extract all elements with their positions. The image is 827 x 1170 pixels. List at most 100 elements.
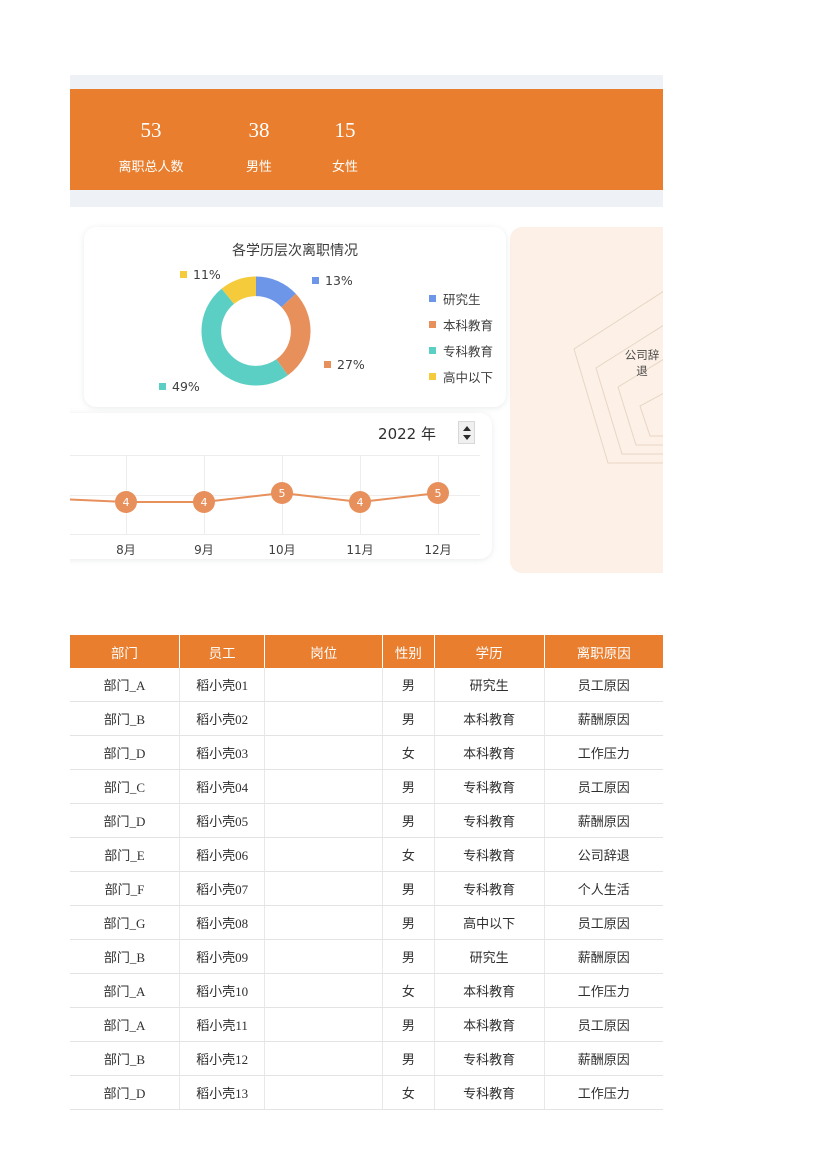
table-cell-education: 专科教育 [434,1041,545,1076]
table-cell-gender: 男 [382,939,435,974]
table-cell-position [264,1041,383,1076]
table-row: 部门_E 稻小壳06 女专科教育 公司辞退 [70,837,663,872]
kpi-item-total: 53 离职总人数 [96,118,206,176]
table-cell-reason: 薪酬原因 [544,803,663,838]
table-cell-reason: 公司辞退 [544,837,663,872]
table-header-employee[interactable]: 员工 [179,635,266,668]
square-marker-icon [429,346,436,354]
table-cell-position [264,1007,383,1042]
table-cell-department: 部门_B [70,701,180,736]
table-cell-department: 部门_B [70,939,180,974]
spinner-down-arrow-icon[interactable] [463,435,471,440]
table-cell-department: 部门_D [70,803,180,838]
table-cell-position [264,837,383,872]
table-cell-position [264,905,383,940]
svg-text:5: 5 [435,487,442,500]
table-cell-education: 研究生 [434,668,545,702]
table-cell-education: 专科教育 [434,871,545,906]
table-cell-education: 本科教育 [434,701,545,736]
table-cell-education: 专科教育 [434,803,545,838]
kpi-item-female: 15 女性 [308,118,382,176]
legend-item-bachelor: 本科教育 [429,311,493,337]
spreadsheet-content-viewport: 53 离职总人数 38 男性 15 女性 公司辞退 个人生活 各学历层次离职情况 [70,0,663,1170]
table-cell-reason: 工作压力 [544,973,663,1008]
table-cell-reason: 工作压力 [544,735,663,770]
table-row: 部门_B 稻小壳09 男研究生 薪酬原因 [70,939,663,974]
donut-chart-title: 各学历层次离职情况 [232,243,358,259]
table-cell-gender: 女 [382,837,435,872]
table-cell-education: 专科教育 [434,837,545,872]
svg-text:5: 5 [279,487,286,500]
table-header-position[interactable]: 岗位 [264,635,383,668]
table-cell-position [264,803,383,838]
donut-value-label-highschool-below: 11% [180,267,221,282]
table-cell-reason: 员工原因 [544,668,663,702]
radar-chart-svg [573,291,663,464]
table-cell-gender: 男 [382,1041,435,1076]
table-header-department[interactable]: 部门 [70,635,180,668]
donut-chart-svg [201,276,311,386]
table-cell-position [264,701,383,736]
year-spinner-control[interactable] [458,421,475,444]
table-row: 部门_B 稻小壳02 男本科教育 薪酬原因 [70,701,663,736]
legend-item-college: 专科教育 [429,337,493,363]
donut-value-text-college: 49% [172,379,200,394]
square-marker-icon [324,361,331,368]
donut-chart-legend: 研究生 本科教育 专科教育 高中以下 [429,285,493,389]
table-cell-reason: 薪酬原因 [544,1041,663,1076]
table-row: 部门_D 稻小壳13 女专科教育 工作压力 [70,1075,663,1110]
table-cell-department: 部门_A [70,973,180,1008]
table-cell-employee: 稻小壳06 [179,837,266,872]
table-cell-reason: 工作压力 [544,1075,663,1110]
table-row: 部门_G 稻小壳08 男高中以下 员工原因 [70,905,663,940]
table-cell-gender: 男 [382,871,435,906]
donut-value-text-bachelor: 27% [337,357,365,372]
svg-text:4: 4 [357,496,364,509]
table-cell-position [264,939,383,974]
table-cell-employee: 稻小壳05 [179,803,266,838]
line-chart-card: 职人数 2022 年 4 4 [70,413,492,559]
table-cell-department: 部门_D [70,1075,180,1110]
kpi-value-female: 15 [334,118,356,142]
table-header-row: 部门 员工 岗位 性别 学历 离职原因 [70,635,663,668]
svg-text:4: 4 [123,496,130,509]
table-row: 部门_D 稻小壳05 男专科教育 薪酬原因 [70,803,663,838]
table-cell-department: 部门_G [70,905,180,940]
spinner-up-arrow-icon[interactable] [463,426,471,431]
table-cell-gender: 男 [382,701,435,736]
square-marker-icon [312,277,319,284]
table-cell-department: 部门_A [70,1007,180,1042]
table-cell-department: 部门_E [70,837,180,872]
table-header-education[interactable]: 学历 [434,635,545,668]
table-cell-gender: 男 [382,769,435,804]
table-cell-position [264,973,383,1008]
legend-label-postgraduate: 研究生 [443,291,481,307]
legend-label-highschool-below: 高中以下 [443,369,494,385]
line-chart-x-label-nov: 11月 [346,543,374,557]
table-cell-gender: 女 [382,735,435,770]
table-row: 部门_F 稻小壳07 男专科教育 个人生活 [70,871,663,906]
table-cell-education: 高中以下 [434,905,545,940]
kpi-banner: 53 离职总人数 38 男性 15 女性 [70,89,663,190]
line-chart-x-label-oct: 10月 [268,543,296,557]
square-marker-icon [429,372,436,380]
kpi-label-male: 男性 [245,159,272,174]
table-cell-gender: 男 [382,1007,435,1042]
table-row: 部门_A 稻小壳11 男本科教育 员工原因 [70,1007,663,1042]
table-cell-employee: 稻小壳04 [179,769,266,804]
table-header-gender[interactable]: 性别 [382,635,435,668]
square-marker-icon [180,271,187,278]
legend-item-highschool-below: 高中以下 [429,363,493,389]
table-header-reason[interactable]: 离职原因 [544,635,663,668]
table-cell-employee: 稻小壳10 [179,973,266,1008]
kpi-value-total: 53 [140,118,162,142]
square-marker-icon [429,294,436,302]
donut-value-text-postgraduate: 13% [325,273,353,288]
table-cell-employee: 稻小壳13 [179,1075,266,1110]
svg-text:4: 4 [201,496,208,509]
table-cell-employee: 稻小壳11 [179,1007,266,1042]
line-chart-svg: 4 4 5 4 5 [70,455,480,535]
table-cell-gender: 女 [382,973,435,1008]
table-cell-reason: 员工原因 [544,905,663,940]
table-cell-employee: 稻小壳08 [179,905,266,940]
